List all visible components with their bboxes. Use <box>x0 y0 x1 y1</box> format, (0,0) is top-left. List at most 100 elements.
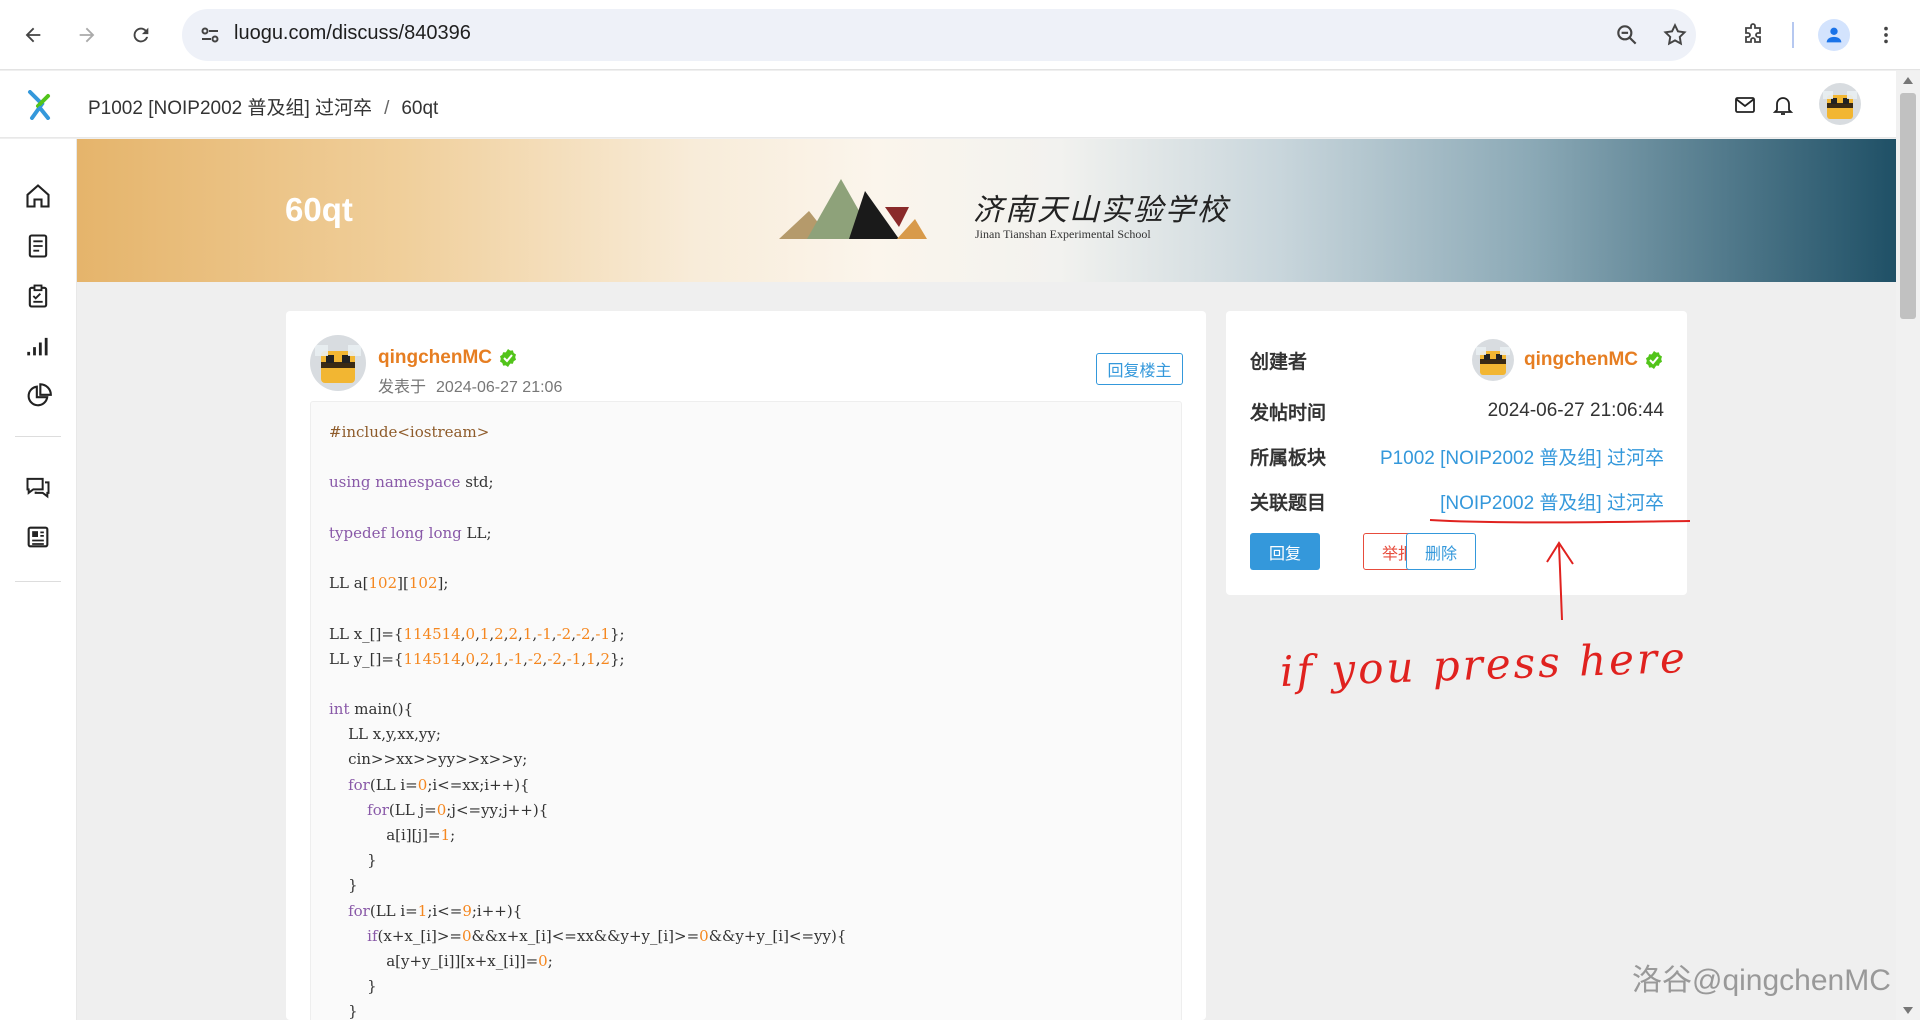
sidebar-item-stats[interactable] <box>23 381 53 411</box>
code-token: 1 <box>440 826 451 844</box>
back-button[interactable] <box>16 18 50 52</box>
code-token: cin>>xx>>yy>>x>>y; <box>329 750 528 769</box>
code-token: -1 <box>537 624 552 643</box>
code-token: 114514 <box>403 624 461 643</box>
code-line: a[i][j]=1; <box>329 823 1163 848</box>
board-link[interactable]: P1002 [NOIP2002 普及组] 过河卒 <box>1380 443 1664 470</box>
code-token: long long <box>390 523 462 542</box>
code-token: ; <box>547 951 553 970</box>
post-author-avatar[interactable] <box>310 335 366 391</box>
site-settings-icon[interactable] <box>198 23 222 47</box>
site-header: P1002 [NOIP2002 普及组] 过河卒 / 60qt <box>0 71 1896 138</box>
browser-menu-button[interactable] <box>1869 18 1903 52</box>
school-english-name: Jinan Tianshan Experimental School <box>975 227 1151 241</box>
code-token: (LL i= <box>369 775 418 794</box>
code-token: LL x,y,xx,yy; <box>329 725 441 744</box>
code-token: }; <box>610 624 625 643</box>
code-line: } <box>329 999 1163 1020</box>
page-scrollbar[interactable] <box>1896 71 1920 1020</box>
code-token: int <box>329 700 350 719</box>
sidebar-item-ranking[interactable] <box>23 331 53 361</box>
scroll-up-icon[interactable] <box>1903 77 1913 84</box>
code-token: ; <box>450 826 456 844</box>
code-token: for <box>367 800 389 819</box>
chat-icon <box>26 477 50 499</box>
code-token: 1 <box>586 649 596 668</box>
reload-button[interactable] <box>124 18 158 52</box>
clipboard-icon <box>28 284 48 308</box>
discussion-banner: 60qt 济南天山实验学校 Jinan Tianshan Experimenta… <box>77 139 1896 282</box>
code-token: -1 <box>508 649 524 668</box>
sidebar-item-home[interactable] <box>23 181 53 211</box>
mail-icon[interactable] <box>1733 93 1757 117</box>
reply-owner-button[interactable]: 回复楼主 <box>1096 353 1183 385</box>
code-token: }; <box>610 649 625 668</box>
bee-avatar-icon <box>1472 339 1514 381</box>
code-token: ;i<= <box>427 901 463 920</box>
school-name: 济南天山实验学校 <box>973 193 1229 228</box>
profile-button[interactable] <box>1818 19 1850 51</box>
bar-chart-icon <box>27 337 48 356</box>
code-token: for <box>348 775 370 794</box>
newspaper-icon <box>27 526 49 548</box>
banner-title: 60qt <box>285 191 353 228</box>
sidebar-item-articles[interactable] <box>23 522 53 552</box>
code-token: 9 <box>462 901 472 920</box>
breadcrumb: P1002 [NOIP2002 普及组] 过河卒 / 60qt <box>88 93 438 120</box>
code-line: if(x+x_[i]>=0&&x+x_[i]<=xx&&y+y_[i]>=0&&… <box>329 924 1163 949</box>
sidebar-item-records[interactable] <box>23 281 53 311</box>
scroll-down-icon[interactable] <box>1903 1007 1913 1014</box>
code-line: using namespace std; <box>329 470 1163 495</box>
code-token: ;i++){ <box>471 901 523 920</box>
user-icon <box>1826 27 1842 43</box>
code-token: ][ <box>397 574 409 593</box>
code-token: &&x+x_[i]<=xx&&y+y_[i]>= <box>471 926 700 945</box>
post-author-text[interactable]: qingchenMC <box>378 347 492 369</box>
code-token: LL; <box>461 523 492 542</box>
code-token: 1 <box>522 624 533 643</box>
code-token: 102 <box>368 574 398 593</box>
code-token: -2 <box>527 649 543 668</box>
bell-icon[interactable] <box>1771 93 1795 117</box>
creator-value: qingchenMC <box>1472 339 1664 381</box>
code-line: typedef long long LL; <box>329 521 1163 546</box>
code-token: 0 <box>699 926 709 945</box>
address-bar[interactable]: luogu.com/discuss/840396 <box>182 9 1696 61</box>
code-token: ]; <box>437 574 449 593</box>
book-icon <box>28 234 48 258</box>
breadcrumb-problem-link[interactable]: P1002 [NOIP2002 普及组] 过河卒 <box>88 98 372 119</box>
sidebar-item-discuss[interactable] <box>23 472 53 502</box>
creator-name[interactable]: qingchenMC <box>1524 349 1638 371</box>
code-line: LL x_[]={114514,0,1,2,2,1,-1,-2,-2,-1}; <box>329 622 1163 647</box>
scroll-thumb[interactable] <box>1900 93 1916 319</box>
bookmark-star-icon[interactable] <box>1662 22 1688 48</box>
url-text[interactable]: luogu.com/discuss/840396 <box>234 22 471 45</box>
code-token: ;i<=xx;i++){ <box>427 775 530 794</box>
code-token: } <box>329 1002 358 1020</box>
forward-button[interactable] <box>70 18 104 52</box>
post-author-name[interactable]: qingchenMC <box>378 347 518 369</box>
school-mountain-logo-icon <box>779 179 927 239</box>
code-token: &&y+y_[i]<=yy){ <box>708 926 847 945</box>
luogu-logo-icon[interactable] <box>26 90 52 120</box>
sidebar-item-problems[interactable] <box>23 231 53 261</box>
post-card: qingchenMC 发表于 2024-06-27 21:06 回复楼主 #inc… <box>286 311 1206 1020</box>
code-token: namespace <box>375 473 461 492</box>
post-time-label: 发帖时间 <box>1250 402 1327 424</box>
pie-chart-icon <box>27 383 52 407</box>
code-line: } <box>329 848 1163 873</box>
extensions-button[interactable] <box>1736 18 1770 52</box>
board-label: 所属板块 <box>1250 447 1327 469</box>
creator-avatar[interactable] <box>1472 339 1514 381</box>
code-token: } <box>329 876 358 895</box>
user-avatar[interactable] <box>1819 83 1861 125</box>
code-token: -1 <box>566 649 582 668</box>
zoom-icon[interactable] <box>1614 22 1640 48</box>
code-line: LL a[102][102]; <box>329 571 1163 596</box>
